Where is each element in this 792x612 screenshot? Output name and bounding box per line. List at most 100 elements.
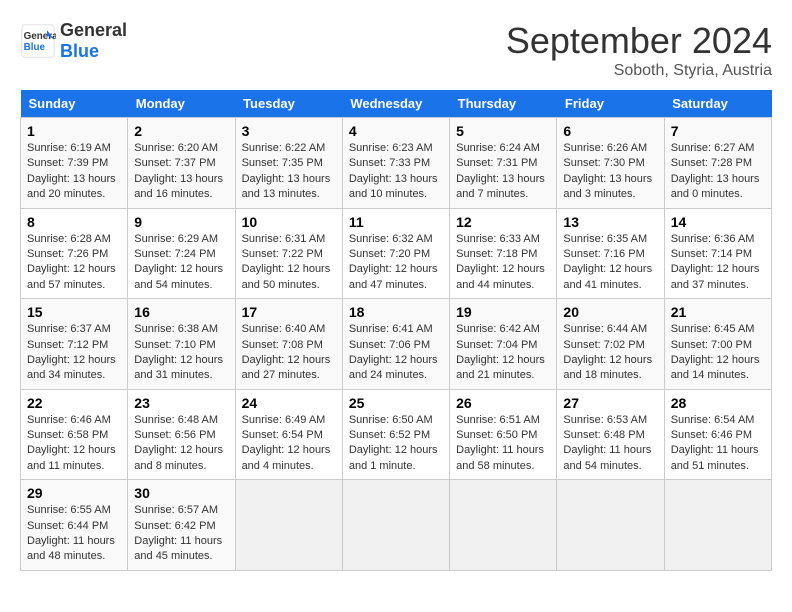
day-number: 23: [134, 395, 228, 411]
day-info: Sunrise: 6:33 AM Sunset: 7:18 PM Dayligh…: [456, 232, 550, 294]
calendar-week-2: 8Sunrise: 6:28 AM Sunset: 7:26 PM Daylig…: [21, 208, 772, 299]
calendar-cell: 25 Sunrise: 6:50 AM Sunset: 6:52 PM Dayli…: [342, 389, 449, 480]
day-info: Sunrise: 6:24 AM Sunset: 7:31 PM Dayligh…: [456, 141, 550, 203]
day-number: 22: [27, 395, 121, 411]
column-header-tuesday: Tuesday: [235, 90, 342, 118]
month-title: September 2024: [506, 20, 772, 62]
day-info: Sunrise: 6:54 AM Sunset: 6:46 PM Dayligh…: [671, 413, 765, 475]
day-info: Sunrise: 6:46 AM Sunset: 6:58 PM Dayligh…: [27, 413, 121, 475]
day-number: 11: [349, 214, 443, 230]
day-info: Sunrise: 6:28 AM Sunset: 7:26 PM Dayligh…: [27, 232, 121, 294]
day-number: 13: [563, 214, 657, 230]
day-number: 18: [349, 304, 443, 320]
day-info: Sunrise: 6:50 AM Sunset: 6:52 PM Dayligh…: [349, 413, 443, 475]
calendar-cell: 2 Sunrise: 6:20 AM Sunset: 7:37 PM Daylig…: [128, 118, 235, 209]
calendar-cell: 16 Sunrise: 6:38 AM Sunset: 7:10 PM Dayli…: [128, 299, 235, 390]
day-number: 21: [671, 304, 765, 320]
day-info: Sunrise: 6:23 AM Sunset: 7:33 PM Dayligh…: [349, 141, 443, 203]
calendar-week-5: 29Sunrise: 6:55 AM Sunset: 6:44 PM Dayli…: [21, 480, 772, 571]
title-block: September 2024 Soboth, Styria, Austria: [506, 20, 772, 80]
day-info: Sunrise: 6:45 AM Sunset: 7:00 PM Dayligh…: [671, 322, 765, 384]
day-info: Sunrise: 6:53 AM Sunset: 6:48 PM Dayligh…: [563, 413, 657, 475]
day-info: Sunrise: 6:29 AM Sunset: 7:24 PM Dayligh…: [134, 232, 228, 294]
calendar-cell: 15 Sunrise: 6:37 AM Sunset: 7:12 PM Dayli…: [21, 299, 128, 390]
calendar-cell: 12Sunrise: 6:33 AM Sunset: 7:18 PM Dayli…: [450, 208, 557, 299]
calendar-cell: 13 Sunrise: 6:35 AM Sunset: 7:16 PM Dayli…: [557, 208, 664, 299]
day-info: Sunrise: 6:32 AM Sunset: 7:20 PM Dayligh…: [349, 232, 443, 294]
day-info: Sunrise: 6:37 AM Sunset: 7:12 PM Dayligh…: [27, 322, 121, 384]
calendar-cell: 17Sunrise: 6:40 AM Sunset: 7:08 PM Dayli…: [235, 299, 342, 390]
day-number: 24: [242, 395, 336, 411]
logo: General Blue General Blue: [20, 20, 127, 62]
calendar-cell: 8Sunrise: 6:28 AM Sunset: 7:26 PM Daylig…: [21, 208, 128, 299]
day-info: Sunrise: 6:26 AM Sunset: 7:30 PM Dayligh…: [563, 141, 657, 203]
day-number: 9: [134, 214, 228, 230]
logo-general: General: [60, 20, 127, 41]
calendar-cell: 9 Sunrise: 6:29 AM Sunset: 7:24 PM Daylig…: [128, 208, 235, 299]
day-number: 5: [456, 123, 550, 139]
day-info: Sunrise: 6:22 AM Sunset: 7:35 PM Dayligh…: [242, 141, 336, 203]
day-info: Sunrise: 6:20 AM Sunset: 7:37 PM Dayligh…: [134, 141, 228, 203]
day-number: 4: [349, 123, 443, 139]
column-header-thursday: Thursday: [450, 90, 557, 118]
calendar-cell: 14 Sunrise: 6:36 AM Sunset: 7:14 PM Dayli…: [664, 208, 771, 299]
day-info: Sunrise: 6:57 AM Sunset: 6:42 PM Dayligh…: [134, 503, 228, 565]
calendar-cell: 10Sunrise: 6:31 AM Sunset: 7:22 PM Dayli…: [235, 208, 342, 299]
day-info: Sunrise: 6:38 AM Sunset: 7:10 PM Dayligh…: [134, 322, 228, 384]
calendar-week-3: 15 Sunrise: 6:37 AM Sunset: 7:12 PM Dayli…: [21, 299, 772, 390]
calendar-week-4: 22 Sunrise: 6:46 AM Sunset: 6:58 PM Dayli…: [21, 389, 772, 480]
day-info: Sunrise: 6:27 AM Sunset: 7:28 PM Dayligh…: [671, 141, 765, 203]
day-number: 2: [134, 123, 228, 139]
calendar-cell: 22 Sunrise: 6:46 AM Sunset: 6:58 PM Dayli…: [21, 389, 128, 480]
calendar-cell: 18 Sunrise: 6:41 AM Sunset: 7:06 PM Dayli…: [342, 299, 449, 390]
day-number: 16: [134, 304, 228, 320]
day-info: Sunrise: 6:19 AM Sunset: 7:39 PM Dayligh…: [27, 141, 121, 203]
day-number: 20: [563, 304, 657, 320]
calendar-week-1: 1 Sunrise: 6:19 AM Sunset: 7:39 PM Daylig…: [21, 118, 772, 209]
day-number: 1: [27, 123, 121, 139]
calendar-cell: 1 Sunrise: 6:19 AM Sunset: 7:39 PM Daylig…: [21, 118, 128, 209]
column-header-saturday: Saturday: [664, 90, 771, 118]
day-number: 19: [456, 304, 550, 320]
calendar-cell: 5 Sunrise: 6:24 AM Sunset: 7:31 PM Daylig…: [450, 118, 557, 209]
logo-blue: Blue: [60, 41, 127, 62]
calendar-cell: 26Sunrise: 6:51 AM Sunset: 6:50 PM Dayli…: [450, 389, 557, 480]
calendar-cell: 11 Sunrise: 6:32 AM Sunset: 7:20 PM Dayli…: [342, 208, 449, 299]
calendar-cell: 6Sunrise: 6:26 AM Sunset: 7:30 PM Daylig…: [557, 118, 664, 209]
logo-icon: General Blue: [20, 23, 56, 59]
day-info: Sunrise: 6:36 AM Sunset: 7:14 PM Dayligh…: [671, 232, 765, 294]
column-header-sunday: Sunday: [21, 90, 128, 118]
calendar-cell: [664, 480, 771, 571]
calendar-cell: 30 Sunrise: 6:57 AM Sunset: 6:42 PM Dayli…: [128, 480, 235, 571]
day-info: Sunrise: 6:41 AM Sunset: 7:06 PM Dayligh…: [349, 322, 443, 384]
svg-text:Blue: Blue: [24, 42, 46, 53]
calendar-cell: 19Sunrise: 6:42 AM Sunset: 7:04 PM Dayli…: [450, 299, 557, 390]
day-number: 26: [456, 395, 550, 411]
calendar-cell: 21 Sunrise: 6:45 AM Sunset: 7:00 PM Dayli…: [664, 299, 771, 390]
day-info: Sunrise: 6:35 AM Sunset: 7:16 PM Dayligh…: [563, 232, 657, 294]
column-header-wednesday: Wednesday: [342, 90, 449, 118]
day-number: 14: [671, 214, 765, 230]
day-number: 29: [27, 485, 121, 501]
column-header-friday: Friday: [557, 90, 664, 118]
day-info: Sunrise: 6:31 AM Sunset: 7:22 PM Dayligh…: [242, 232, 336, 294]
day-info: Sunrise: 6:48 AM Sunset: 6:56 PM Dayligh…: [134, 413, 228, 475]
day-number: 25: [349, 395, 443, 411]
page-header: General Blue General Blue September 2024…: [20, 20, 772, 80]
calendar-cell: 28 Sunrise: 6:54 AM Sunset: 6:46 PM Dayli…: [664, 389, 771, 480]
day-number: 30: [134, 485, 228, 501]
calendar-cell: 24 Sunrise: 6:49 AM Sunset: 6:54 PM Dayli…: [235, 389, 342, 480]
day-info: Sunrise: 6:49 AM Sunset: 6:54 PM Dayligh…: [242, 413, 336, 475]
calendar-cell: [450, 480, 557, 571]
day-number: 15: [27, 304, 121, 320]
calendar-table: SundayMondayTuesdayWednesdayThursdayFrid…: [20, 90, 772, 571]
day-number: 17: [242, 304, 336, 320]
calendar-cell: 29Sunrise: 6:55 AM Sunset: 6:44 PM Dayli…: [21, 480, 128, 571]
day-number: 3: [242, 123, 336, 139]
calendar-cell: 4 Sunrise: 6:23 AM Sunset: 7:33 PM Daylig…: [342, 118, 449, 209]
day-number: 28: [671, 395, 765, 411]
calendar-cell: [235, 480, 342, 571]
column-header-monday: Monday: [128, 90, 235, 118]
calendar-cell: 27 Sunrise: 6:53 AM Sunset: 6:48 PM Dayli…: [557, 389, 664, 480]
day-number: 27: [563, 395, 657, 411]
